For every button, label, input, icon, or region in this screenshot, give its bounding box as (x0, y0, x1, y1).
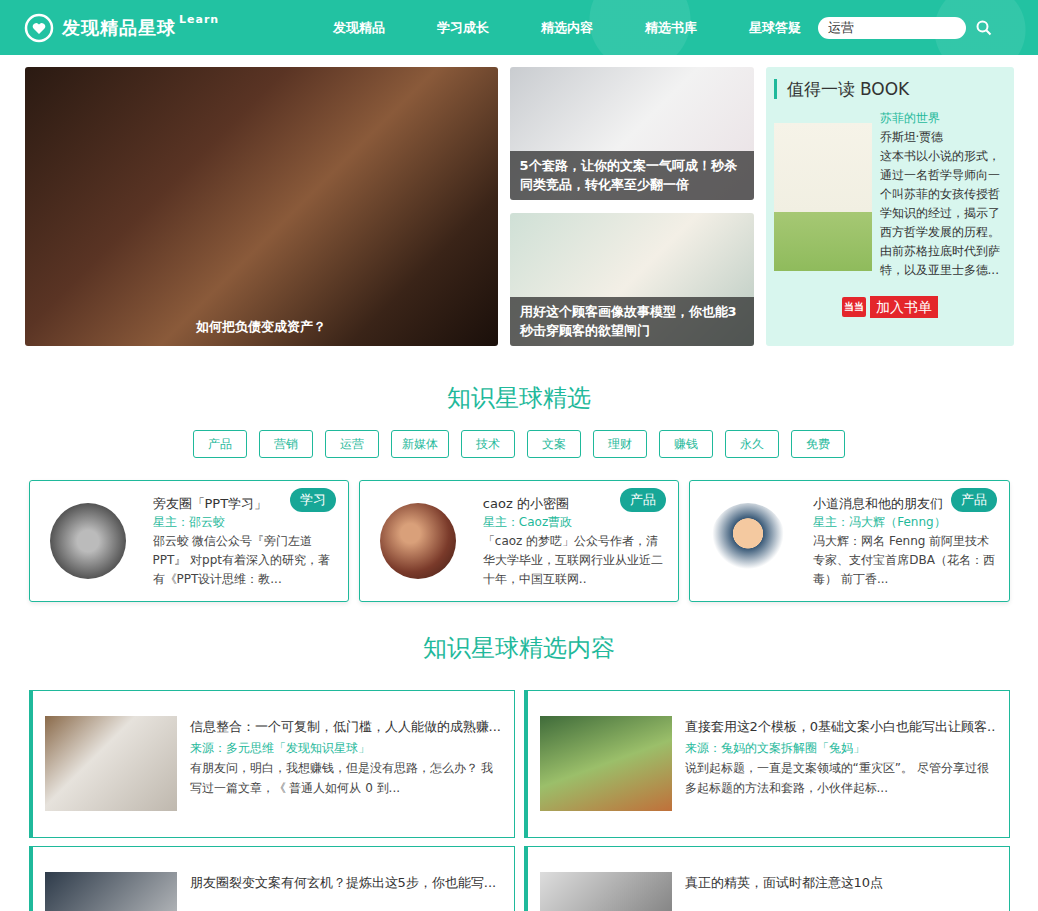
article-card[interactable]: 真正的精英，面试时都注意这10点 (524, 846, 1010, 911)
avatar (50, 503, 126, 579)
hero-caption: 5个套路，让你的文案一气呵成！秒杀同类竞品，转化率至少翻一倍 (510, 151, 754, 200)
book-title[interactable]: 苏菲的世界 (880, 109, 1006, 128)
book-description: 这本书以小说的形式，通过一名哲学导师向一个叫苏菲的女孩传授哲学知识的经过，揭示了… (880, 147, 1006, 280)
add-to-list-button[interactable]: 加入书单 (870, 296, 938, 318)
book-info: 苏菲的世界乔斯坦·贾德这本书以小说的形式，通过一名哲学导师向一个叫苏菲的女孩传授… (880, 109, 1006, 280)
article-excerpt: 说到起标题，一直是文案领域的“重灾区”。 尽管分享过很多起标题的方法和套路，小伙… (685, 758, 997, 798)
search (818, 17, 992, 39)
tag[interactable]: 运营 (325, 430, 379, 458)
hero-caption: 如何把负债变成资产？ (196, 318, 326, 336)
article-title: 朋友圈裂变文案有何玄机？提炼出这5步，你也能写... (190, 872, 497, 894)
nav-item[interactable]: 精选内容 (541, 19, 593, 37)
planet-owner: 星主：Caoz曹政 (483, 513, 666, 532)
planet-owner: 星主：邵云蛟 (153, 513, 336, 532)
header: 发现精品星球Learn 发现精品 学习成长 精选内容 精选书库 星球答疑 (0, 0, 1038, 55)
tag[interactable]: 免费 (791, 430, 845, 458)
section-title: 知识星球精选内容 (25, 632, 1014, 664)
article-card[interactable]: 直接套用这2个模板，0基础文案小白也能写出让顾客..来源：兔妈的文案拆解圈「兔妈… (524, 690, 1010, 838)
planet-owner: 星主：冯大辉（Fenng） (813, 513, 996, 532)
logo-sup: Learn (179, 13, 219, 26)
article-list: 信息整合：一个可复制，低门槛，人人能做的成熟赚...来源：多元思维「发现知识星球… (25, 690, 1014, 911)
content: 如何把负债变成资产？ 5个套路，让你的文案一气呵成！秒杀同类竞品，转化率至少翻一倍… (25, 67, 1014, 911)
section-title: 知识星球精选 (25, 382, 1014, 414)
hero-main[interactable]: 如何把负债变成资产？ (25, 67, 498, 346)
article-excerpt: 有朋友问，明白，我想赚钱，但是没有思路，怎么办？ 我写过一篇文章，《 普通人如何… (190, 758, 502, 798)
article-card[interactable]: 朋友圈裂变文案有何玄机？提炼出这5步，你也能写... (29, 846, 515, 911)
book-heading: 值得一读 BOOK (774, 79, 1006, 99)
nav-item[interactable]: 发现精品 (333, 19, 385, 37)
article-title: 直接套用这2个模板，0基础文案小白也能写出让顾客.. (685, 716, 997, 738)
article-title: 真正的精英，面试时都注意这10点 (685, 872, 884, 894)
planet-card[interactable]: 小道消息和他的朋友们星主：冯大辉（Fenng）冯大辉：网名 Fenng 前阿里技… (689, 480, 1009, 602)
planet-description: 「caoz 的梦呓」公众号作者，清华大学毕业，互联网行业从业近二十年，中国互联网… (483, 532, 666, 589)
store-logo: 当当 (842, 297, 866, 317)
article-thumb (540, 872, 672, 911)
article-thumb (540, 716, 672, 811)
nav-item[interactable]: 星球答疑 (749, 19, 801, 37)
tag[interactable]: 技术 (461, 430, 515, 458)
planet-badge: 产品 (620, 488, 666, 512)
article-text: 信息整合：一个可复制，低门槛，人人能做的成熟赚...来源：多元思维「发现知识星球… (190, 716, 502, 812)
logo-title: 发现精品星球Learn (62, 16, 219, 40)
tag[interactable]: 永久 (725, 430, 779, 458)
search-input[interactable] (818, 17, 966, 39)
planet-card[interactable]: 旁友圈「PPT学习」星主：邵云蛟邵云蛟 微信公众号『旁门左道PPT』 对ppt有… (29, 480, 349, 602)
tag[interactable]: 新媒体 (391, 430, 449, 458)
planet-list: 旁友圈「PPT学习」星主：邵云蛟邵云蛟 微信公众号『旁门左道PPT』 对ppt有… (25, 480, 1014, 602)
heart-logo-icon (24, 13, 54, 43)
logo[interactable]: 发现精品星球Learn (24, 13, 333, 43)
planet-badge: 产品 (951, 488, 997, 512)
nav-item[interactable]: 精选书库 (645, 19, 697, 37)
planet-description: 冯大辉：网名 Fenng 前阿里技术专家、支付宝首席DBA（花名：西毒） 前丁香… (813, 532, 996, 589)
hero-side-item[interactable]: 5个套路，让你的文案一气呵成！秒杀同类竞品，转化率至少翻一倍 (510, 67, 754, 200)
tag-list: 产品营销运营新媒体技术文案理财赚钱永久免费 (25, 430, 1014, 458)
hero-side-item[interactable]: 用好这个顾客画像故事模型，你也能3秒击穿顾客的欲望闸门 (510, 213, 754, 346)
book-cover[interactable] (774, 123, 872, 271)
hero-caption: 用好这个顾客画像故事模型，你也能3秒击穿顾客的欲望闸门 (510, 297, 754, 346)
article-card[interactable]: 信息整合：一个可复制，低门槛，人人能做的成熟赚...来源：多元思维「发现知识星球… (29, 690, 515, 838)
article-text: 真正的精英，面试时都注意这10点 (685, 872, 884, 911)
nav-item[interactable]: 学习成长 (437, 19, 489, 37)
tag[interactable]: 文案 (527, 430, 581, 458)
nav: 发现精品 学习成长 精选内容 精选书库 星球答疑 (333, 19, 801, 37)
planet-card[interactable]: caoz 的小密圈星主：Caoz曹政「caoz 的梦呓」公众号作者，清华大学毕业… (359, 480, 679, 602)
article-source: 来源：兔妈的文案拆解圈「兔妈」 (685, 738, 997, 758)
article-source: 来源：多元思维「发现知识星球」 (190, 738, 502, 758)
book-author: 乔斯坦·贾德 (880, 128, 1006, 147)
hero-side: 5个套路，让你的文案一气呵成！秒杀同类竞品，转化率至少翻一倍用好这个顾客画像故事… (510, 67, 754, 346)
avatar (380, 503, 456, 579)
tag[interactable]: 理财 (593, 430, 647, 458)
article-thumb (45, 872, 177, 911)
search-icon[interactable] (976, 20, 992, 36)
tag[interactable]: 赚钱 (659, 430, 713, 458)
article-thumb (45, 716, 177, 811)
tag[interactable]: 营销 (259, 430, 313, 458)
book-actions: 当当加入书单 (774, 296, 1006, 318)
book-panel: 值得一读 BOOK 苏菲的世界乔斯坦·贾德这本书以小说的形式，通过一名哲学导师向一… (766, 67, 1014, 346)
planet-badge: 学习 (290, 488, 336, 512)
article-text: 朋友圈裂变文案有何玄机？提炼出这5步，你也能写... (190, 872, 497, 911)
tag[interactable]: 产品 (193, 430, 247, 458)
book-row: 苏菲的世界乔斯坦·贾德这本书以小说的形式，通过一名哲学导师向一个叫苏菲的女孩传授… (774, 109, 1006, 280)
planet-description: 邵云蛟 微信公众号『旁门左道PPT』 对ppt有着深入的研究，著有《PPT设计思… (153, 532, 336, 589)
article-text: 直接套用这2个模板，0基础文案小白也能写出让顾客..来源：兔妈的文案拆解圈「兔妈… (685, 716, 997, 812)
avatar (710, 503, 786, 579)
hero: 如何把负债变成资产？ 5个套路，让你的文案一气呵成！秒杀同类竞品，转化率至少翻一倍… (25, 67, 1014, 346)
article-title: 信息整合：一个可复制，低门槛，人人能做的成熟赚... (190, 716, 502, 738)
